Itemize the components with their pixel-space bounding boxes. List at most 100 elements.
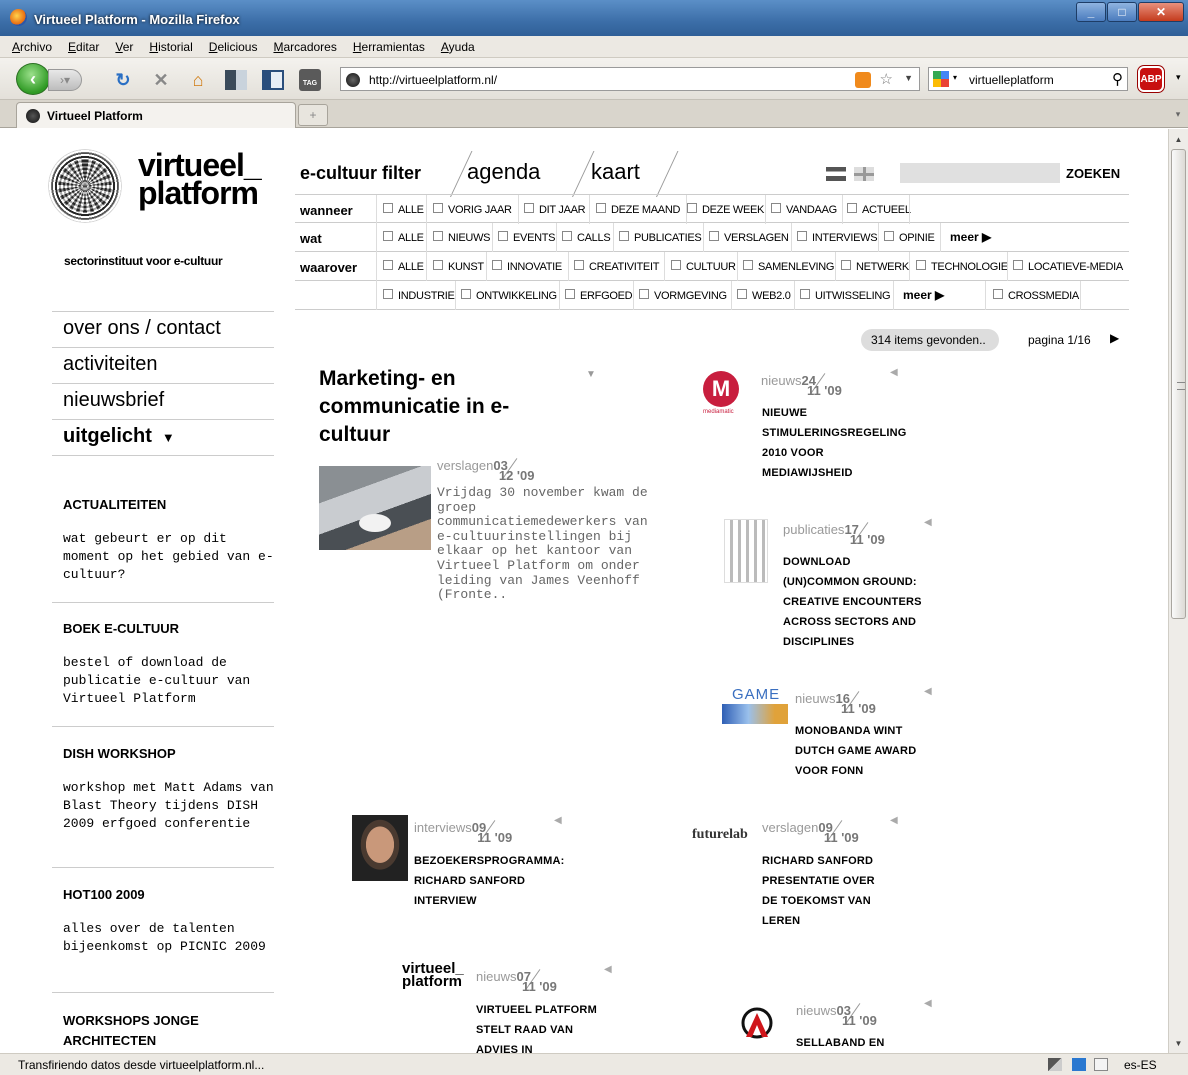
scrollbar-thumb[interactable] bbox=[1171, 149, 1186, 619]
item-caption[interactable]: NIEUWE STIMULERINGSREGELING 2010 VOOR ME… bbox=[762, 403, 907, 483]
filter-option[interactable]: DEZE MAAND bbox=[596, 203, 680, 216]
scroll-up-icon[interactable]: ▲ bbox=[1169, 131, 1188, 147]
filter-option[interactable]: VORIG JAAR bbox=[433, 203, 512, 216]
filter-option[interactable]: PUBLICATIES bbox=[619, 231, 702, 244]
featured-title[interactable]: Marketing- en communicatie in e-cultuur bbox=[319, 365, 579, 449]
triangle-left-icon[interactable]: ◀ bbox=[554, 815, 562, 826]
back-arrow-icon[interactable]: ‹ bbox=[16, 63, 50, 95]
triangle-left-icon[interactable]: ◀ bbox=[924, 998, 932, 1009]
maximize-button[interactable]: □ bbox=[1107, 2, 1137, 22]
filter-option[interactable]: OPINIE bbox=[884, 231, 935, 244]
nav-uitgelicht[interactable]: uitgelicht ▼ bbox=[52, 420, 274, 456]
vertical-scrollbar[interactable]: ▲ ▼ bbox=[1168, 129, 1188, 1053]
virtueel-platform-small-logo[interactable]: virtueel_ platform bbox=[402, 961, 472, 989]
stop-icon[interactable]: ✕ bbox=[150, 69, 172, 91]
item-caption[interactable]: SELLABAND EN bbox=[796, 1033, 885, 1053]
filter-option[interactable]: CREATIVITEIT bbox=[574, 260, 659, 273]
item-caption[interactable]: VIRTUEEL PLATFORM STELT RAAD VAN ADVIES … bbox=[476, 1000, 597, 1053]
toolbar-chevron-icon[interactable]: ▾ bbox=[1176, 72, 1181, 83]
forward-arrow-icon[interactable]: ›▾ bbox=[48, 69, 82, 91]
rss-icon[interactable] bbox=[855, 72, 871, 88]
menu-archivo[interactable]: Archivo bbox=[12, 40, 52, 54]
publication-thumbnail[interactable] bbox=[724, 519, 768, 583]
filter-option[interactable]: INTERVIEWS bbox=[797, 231, 878, 244]
url-text[interactable]: http://virtueelplatform.nl/ bbox=[369, 73, 497, 87]
site-logo[interactable]: virtueel_ platform bbox=[138, 149, 262, 209]
game-logo[interactable]: GAME bbox=[722, 686, 788, 724]
filter-option[interactable]: DIT JAAR bbox=[524, 203, 586, 216]
tab-agenda[interactable]: agenda bbox=[467, 159, 540, 185]
status-mail-icon[interactable] bbox=[1094, 1058, 1108, 1071]
mediamatic-logo[interactable]: M bbox=[703, 371, 739, 407]
filter-option[interactable]: ALLE bbox=[383, 231, 424, 244]
triangle-left-icon[interactable]: ◀ bbox=[890, 367, 898, 378]
futurelab-logo[interactable]: futurelab bbox=[692, 827, 748, 843]
search-input[interactable]: virtuelleplatform bbox=[969, 73, 1054, 87]
search-button[interactable]: ZOEKEN bbox=[1066, 166, 1120, 181]
item-caption[interactable]: MONOBANDA WINT DUTCH GAME AWARD VOOR FON… bbox=[795, 721, 916, 781]
filter-option[interactable]: ALLE bbox=[383, 260, 424, 273]
logo-disc-icon[interactable] bbox=[48, 149, 122, 223]
locale-indicator[interactable]: es-ES bbox=[1124, 1058, 1157, 1072]
filter-option[interactable]: UITWISSELING bbox=[800, 289, 891, 302]
magnifier-icon[interactable]: ⚲ bbox=[1112, 70, 1123, 88]
reload-icon[interactable]: ↻ bbox=[112, 69, 134, 91]
menu-herramientas[interactable]: Herramientas bbox=[353, 40, 425, 54]
menu-ayuda[interactable]: Ayuda bbox=[441, 40, 475, 54]
chevron-down-icon[interactable]: ▼ bbox=[904, 73, 913, 83]
close-button[interactable]: ✕ bbox=[1138, 2, 1184, 22]
collapse-triangle-icon[interactable]: ▼ bbox=[586, 369, 596, 380]
status-network-icon[interactable] bbox=[1048, 1058, 1062, 1071]
nav-over-ons[interactable]: over ons / contact bbox=[52, 312, 274, 348]
featured-image[interactable] bbox=[319, 466, 431, 550]
triangle-left-icon[interactable]: ◀ bbox=[604, 964, 612, 975]
filter-option[interactable]: ONTWIKKELING bbox=[461, 289, 557, 302]
star-icon[interactable]: ☆ bbox=[880, 70, 893, 88]
status-delicious-icon[interactable] bbox=[1072, 1058, 1086, 1071]
tag-icon[interactable]: TAG bbox=[299, 69, 321, 91]
scroll-down-icon[interactable]: ▼ bbox=[1169, 1035, 1188, 1051]
filter-option[interactable]: VERSLAGEN bbox=[709, 231, 789, 244]
filter-option[interactable]: NIEUWS bbox=[433, 231, 491, 244]
interview-portrait[interactable] bbox=[352, 815, 408, 881]
bookmark-toolbar-icon[interactable] bbox=[225, 69, 247, 91]
menu-marcadores[interactable]: Marcadores bbox=[273, 40, 336, 54]
google-icon[interactable] bbox=[933, 71, 949, 87]
filter-option[interactable]: CULTUUR bbox=[671, 260, 736, 273]
tab-e-cultuur-filter[interactable]: e-cultuur filter bbox=[300, 163, 421, 184]
filter-option[interactable]: ERFGOED bbox=[565, 289, 633, 302]
menu-editar[interactable]: Editar bbox=[68, 40, 99, 54]
flag-nl-icon[interactable] bbox=[826, 167, 846, 181]
menu-ver[interactable]: Ver bbox=[115, 40, 133, 54]
sidebar-toggle-icon[interactable] bbox=[262, 69, 284, 91]
filter-option[interactable]: TECHNOLOGIE bbox=[916, 260, 1008, 273]
filter-option[interactable]: INNOVATIE bbox=[492, 260, 562, 273]
sidebox-dish-workshop[interactable]: DISH WORKSHOP workshop met Matt Adams va… bbox=[52, 746, 274, 868]
home-icon[interactable]: ⌂ bbox=[187, 69, 209, 91]
adblock-icon[interactable]: ABP bbox=[1138, 66, 1164, 92]
tab-virtueel-platform[interactable]: Virtueel Platform bbox=[16, 102, 296, 128]
filter-option[interactable]: ALLE bbox=[383, 203, 424, 216]
sidebox-hot100[interactable]: HOT100 2009 alles over de talenten bijee… bbox=[52, 887, 274, 993]
sellaband-logo[interactable] bbox=[740, 1005, 774, 1039]
item-caption[interactable]: DOWNLOAD (UN)COMMON GROUND: CREATIVE ENC… bbox=[783, 552, 922, 652]
menu-delicious[interactable]: Delicious bbox=[209, 40, 258, 54]
minimize-button[interactable]: _ bbox=[1076, 2, 1106, 22]
sidebox-boek-e-cultuur[interactable]: BOEK E-CULTUUR bestel of download de pub… bbox=[52, 621, 274, 727]
new-tab-button[interactable]: + bbox=[298, 104, 328, 126]
filter-option[interactable]: ACTUEEL bbox=[847, 203, 911, 216]
next-page-icon[interactable]: ▶ bbox=[1110, 331, 1119, 345]
tab-kaart[interactable]: kaart bbox=[591, 159, 640, 185]
filter-option[interactable]: CROSSMEDIA bbox=[993, 289, 1079, 302]
triangle-left-icon[interactable]: ◀ bbox=[924, 517, 932, 528]
address-bar[interactable]: http://virtueelplatform.nl/ ☆ ▼ bbox=[340, 67, 920, 91]
nav-activiteiten[interactable]: activiteiten bbox=[52, 348, 274, 384]
engine-dropdown-icon[interactable]: ▾ bbox=[953, 73, 957, 82]
filter-option[interactable]: VORMGEVING bbox=[639, 289, 727, 302]
filter-more-wat[interactable]: meer ▶ bbox=[950, 230, 991, 244]
item-caption[interactable]: BEZOEKERSPROGRAMMA: RICHARD SANFORD INTE… bbox=[414, 851, 564, 911]
filter-option[interactable]: NETWERK bbox=[841, 260, 909, 273]
triangle-left-icon[interactable]: ◀ bbox=[890, 815, 898, 826]
flag-uk-icon[interactable] bbox=[854, 167, 874, 181]
filter-option[interactable]: DEZE WEEK bbox=[687, 203, 764, 216]
